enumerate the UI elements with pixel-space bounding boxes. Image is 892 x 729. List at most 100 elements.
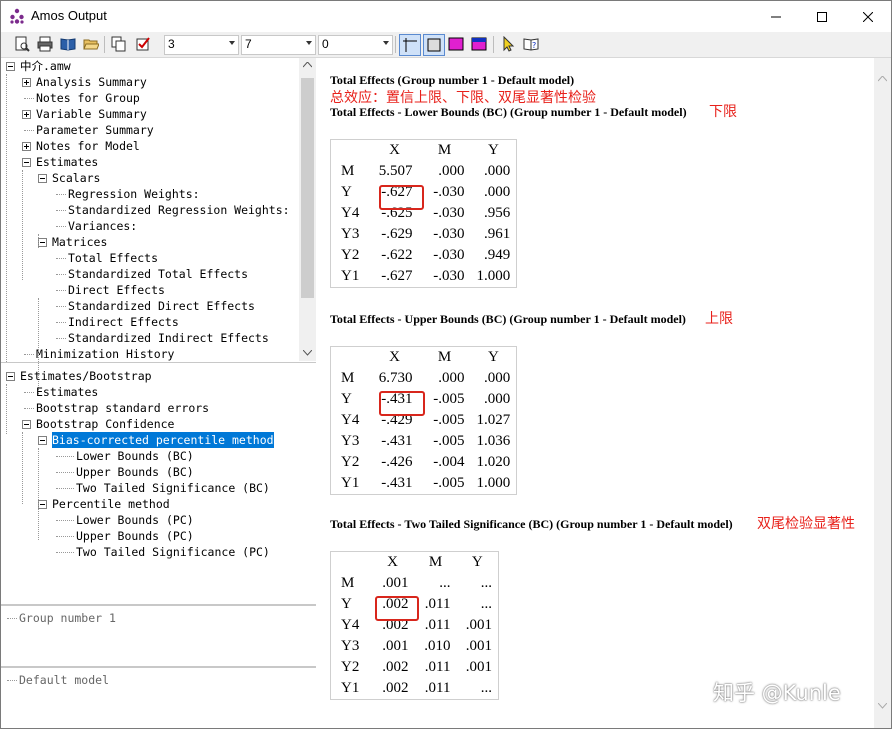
tree-item-estimates-bootstrap[interactable]: Estimates/Bootstrap [20,368,152,384]
maximize-button[interactable] [799,1,845,32]
table-option-combo[interactable]: 0 [318,35,393,55]
tree-item-estimates[interactable]: Estimates [36,154,98,170]
tree-item-analysis-summary[interactable]: Analysis Summary [36,74,147,90]
tree-item-standardized-total-effects[interactable]: Standardized Total Effects [68,266,248,282]
expand-icon[interactable] [22,110,31,119]
scroll-down-icon[interactable] [303,350,312,356]
collapse-icon[interactable] [38,238,47,247]
section-heading: Total Effects - Two Tailed Significance … [330,517,733,531]
expand-icon[interactable] [22,78,31,87]
tree-item-bias-corrected-method[interactable]: Bias-corrected percentile method [51,431,275,449]
magenta-box-icon[interactable] [447,35,465,53]
tree-item-upper-bounds-bc[interactable]: Upper Bounds (BC) [76,464,194,480]
tree-item-regression-weights[interactable]: Regression Weights: [68,186,200,202]
tree-item-matrices[interactable]: Matrices [52,234,107,250]
tree-item-minimization-history[interactable]: Minimization History [36,346,174,362]
collapse-icon[interactable] [6,372,15,381]
table-cell: -.005 [433,475,465,491]
tree-item-variable-summary[interactable]: Variable Summary [36,106,147,122]
row-label: Y1 [341,268,360,284]
minimize-button[interactable] [753,1,799,32]
table-cell: -.426 [381,454,413,470]
help-book-icon[interactable]: ? [522,35,540,53]
row-label: Y4 [341,205,360,221]
table-cell: 5.507 [378,163,413,179]
print-preview-icon[interactable] [13,35,31,53]
tree-item-two-tailed-bc[interactable]: Two Tailed Significance (BC) [76,480,270,496]
table-row: Y2 -.622 -.030 .949 [331,245,517,266]
row-label: Y3 [341,433,360,449]
column-width-combo[interactable]: 7 [241,35,316,55]
square-icon[interactable] [423,34,445,56]
tree-item-lower-bounds-bc[interactable]: Lower Bounds (BC) [76,448,194,464]
header-corner [331,552,371,574]
tree-item-two-tailed-pc[interactable]: Two Tailed Significance (PC) [76,544,270,560]
collapse-icon[interactable] [6,62,15,71]
output-scrollbar[interactable] [874,58,891,728]
tree-item-bootstrap-confidence[interactable]: Bootstrap Confidence [36,416,174,432]
pointer-icon[interactable] [499,35,517,53]
table-cell: -.030 [433,268,465,284]
tree-item-indirect-effects[interactable]: Indirect Effects [68,314,179,330]
copy-icon[interactable] [110,35,128,53]
section-annotation: 上限 [705,311,733,327]
tree-item-standardized-regression-weights[interactable]: Standardized Regression Weights: [68,202,290,218]
table-cell: .949 [484,247,511,263]
table-cell: .001 [382,638,409,654]
tree-item-percentile-method[interactable]: Percentile method [52,496,170,512]
collapse-icon[interactable] [22,158,31,167]
title-bar: Amos Output [1,1,891,32]
row-label: Y [341,391,352,407]
magenta-blue-box-icon[interactable] [470,35,488,53]
tree-item-variances[interactable]: Variances: [68,218,137,234]
header-corner [331,140,371,162]
collapse-icon[interactable] [22,420,31,429]
default-model-item[interactable]: Default model [19,672,109,688]
tree-item-notes-for-group[interactable]: Notes for Group [36,90,140,106]
table-cell: ... [439,575,451,591]
tree-item-standardized-direct-effects[interactable]: Standardized Direct Effects [68,298,255,314]
column-header: M [437,349,452,365]
table-cell: -.030 [433,247,465,263]
tree-item-upper-bounds-pc[interactable]: Upper Bounds (PC) [76,528,194,544]
open-folder-icon[interactable] [82,35,100,53]
tree-item-scalars[interactable]: Scalars [52,170,100,186]
table-row: M 5.507 .000 .000 [331,161,517,182]
print-icon[interactable] [36,35,54,53]
table-row: Y3 .001 .010 .001 [331,636,499,657]
scroll-up-icon[interactable] [878,76,887,82]
tree-item-total-effects[interactable]: Total Effects [68,250,158,266]
group-number-item[interactable]: Group number 1 [19,610,116,626]
expand-icon[interactable] [22,142,31,151]
tree-item-bootstrap-estimates[interactable]: Estimates [36,384,98,400]
collapse-icon[interactable] [38,436,47,445]
table-cell: ... [480,596,492,612]
table-row: Y3 -.431 -.005 1.036 [331,431,517,452]
table-row: Y2 .002 .011 .001 [331,657,499,678]
crosshair-icon[interactable] [399,34,421,56]
book-icon[interactable] [59,35,77,53]
table-row: Y3 -.629 -.030 .961 [331,224,517,245]
decimal-places-combo[interactable]: 3 [164,35,239,55]
collapse-icon[interactable] [38,500,47,509]
tree-item-parameter-summary[interactable]: Parameter Summary [36,122,154,138]
tree-item-bootstrap-standard-errors[interactable]: Bootstrap standard errors [36,400,209,416]
scroll-up-icon[interactable] [303,62,312,68]
tree-item-notes-for-model[interactable]: Notes for Model [36,138,140,154]
table-cell: .001 [382,575,409,591]
section-annotation: 双尾检验显著性 [757,516,855,532]
window-title: Amos Output [31,8,107,23]
tree-root-file[interactable]: 中介.amw [20,58,71,74]
tree-item-standardized-indirect-effects[interactable]: Standardized Indirect Effects [68,330,269,346]
tree-item-lower-bounds-pc[interactable]: Lower Bounds (PC) [76,512,194,528]
checkbox-icon[interactable] [134,35,152,53]
table-cell: -.629 [381,226,413,242]
tree-scroll-thumb[interactable] [301,78,314,298]
scroll-down-icon[interactable] [878,703,887,709]
row-label: Y1 [341,475,360,491]
tree-item-direct-effects[interactable]: Direct Effects [68,282,165,298]
amos-app-icon [10,8,24,24]
table-row: Y1 -.431 -.005 1.000 [331,473,517,495]
close-button[interactable] [845,1,891,32]
collapse-icon[interactable] [38,174,47,183]
